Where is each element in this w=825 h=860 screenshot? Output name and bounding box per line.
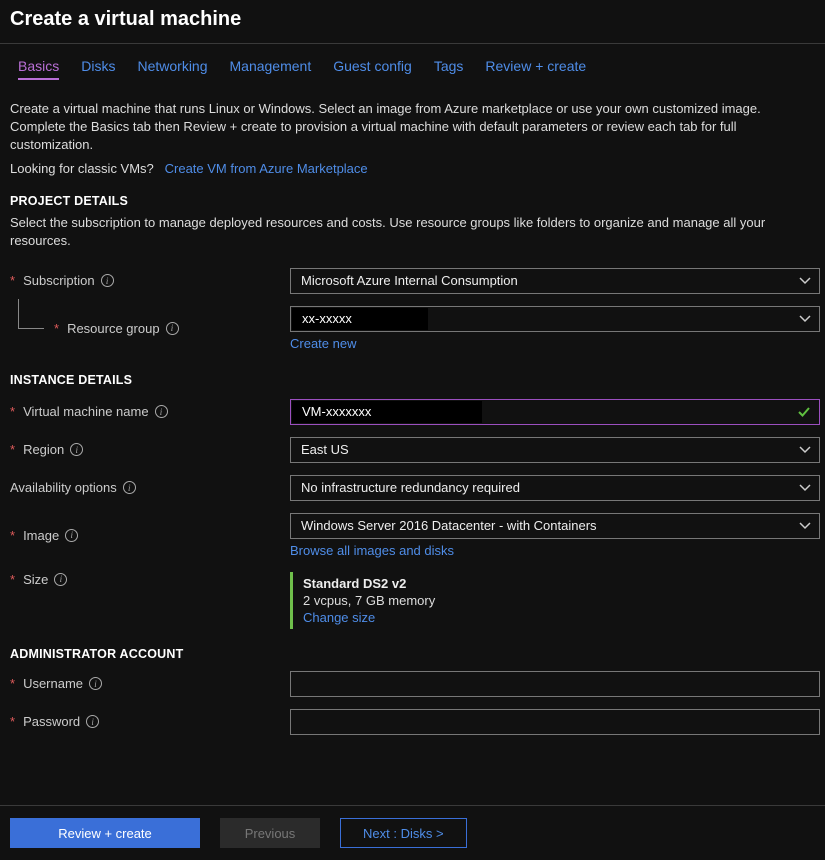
subscription-select[interactable]: Microsoft Azure Internal Consumption [290, 268, 820, 294]
section-desc-project: Select the subscription to manage deploy… [10, 214, 800, 250]
row-size: * Size i Standard DS2 v2 2 vcpus, 7 GB m… [10, 572, 815, 629]
row-subscription: * Subscription i Microsoft Azure Interna… [10, 268, 815, 294]
label-username: * Username i [10, 676, 290, 691]
info-icon[interactable]: i [70, 443, 83, 456]
availability-value: No infrastructure redundancy required [301, 480, 520, 495]
required-marker: * [10, 442, 15, 457]
section-title-instance: INSTANCE DETAILS [10, 373, 815, 387]
size-spec: 2 vcpus, 7 GB memory [303, 593, 820, 608]
tab-bar: Basics Disks Networking Management Guest… [10, 44, 815, 86]
info-icon[interactable]: i [101, 274, 114, 287]
username-input[interactable] [290, 671, 820, 697]
row-username: * Username i [10, 671, 815, 697]
footer-bar: Review + create Previous Next : Disks > [0, 805, 825, 860]
required-marker: * [10, 404, 15, 419]
label-region-text: Region [23, 442, 64, 457]
required-marker: * [10, 528, 15, 543]
password-input[interactable] [290, 709, 820, 735]
change-size-link[interactable]: Change size [303, 610, 820, 625]
label-image-text: Image [23, 528, 59, 543]
check-icon [797, 405, 811, 419]
resource-group-select[interactable]: xx-xxxxx [290, 306, 820, 332]
label-size: * Size i [10, 572, 290, 587]
tab-guest-config[interactable]: Guest config [333, 58, 412, 80]
region-value: East US [301, 442, 349, 457]
info-icon[interactable]: i [155, 405, 168, 418]
vm-name-value: VM-xxxxxxx [292, 401, 482, 423]
label-subscription: * Subscription i [10, 273, 290, 288]
tab-management[interactable]: Management [230, 58, 312, 80]
chevron-down-icon [799, 444, 811, 456]
label-resource-group-text: Resource group [67, 321, 160, 336]
label-availability-text: Availability options [10, 480, 117, 495]
image-value: Windows Server 2016 Datacenter - with Co… [301, 518, 597, 533]
browse-images-link[interactable]: Browse all images and disks [290, 543, 820, 558]
tree-connector [18, 299, 44, 329]
create-new-resource-group-link[interactable]: Create new [290, 336, 820, 351]
tab-basics[interactable]: Basics [18, 58, 59, 80]
label-vm-name-text: Virtual machine name [23, 404, 149, 419]
info-icon[interactable]: i [166, 322, 179, 335]
label-size-text: Size [23, 572, 48, 587]
size-display: Standard DS2 v2 2 vcpus, 7 GB memory Cha… [290, 572, 820, 629]
row-region: * Region i East US [10, 437, 815, 463]
label-region: * Region i [10, 442, 290, 457]
row-password: * Password i [10, 709, 815, 735]
info-icon[interactable]: i [86, 715, 99, 728]
classic-prefix: Looking for classic VMs? [10, 161, 154, 176]
page-title: Create a virtual machine [10, 8, 815, 31]
label-password: * Password i [10, 714, 290, 729]
label-vm-name: * Virtual machine name i [10, 404, 290, 419]
chevron-down-icon [799, 482, 811, 494]
review-create-button[interactable]: Review + create [10, 818, 200, 848]
previous-button: Previous [220, 818, 320, 848]
section-title-project: PROJECT DETAILS [10, 194, 815, 208]
required-marker: * [10, 572, 15, 587]
intro-text: Create a virtual machine that runs Linux… [10, 100, 790, 155]
next-disks-button[interactable]: Next : Disks > [340, 818, 467, 848]
label-password-text: Password [23, 714, 80, 729]
chevron-down-icon [799, 275, 811, 287]
size-name: Standard DS2 v2 [303, 576, 820, 591]
tab-tags[interactable]: Tags [434, 58, 464, 80]
info-icon[interactable]: i [65, 529, 78, 542]
chevron-down-icon [799, 313, 811, 325]
resource-group-value: xx-xxxxx [292, 308, 428, 330]
tab-disks[interactable]: Disks [81, 58, 115, 80]
vm-name-input[interactable]: VM-xxxxxxx [290, 399, 820, 425]
label-subscription-text: Subscription [23, 273, 95, 288]
availability-select[interactable]: No infrastructure redundancy required [290, 475, 820, 501]
label-resource-group: * Resource group i [10, 321, 290, 336]
row-image: * Image i Windows Server 2016 Datacenter… [10, 513, 815, 558]
chevron-down-icon [799, 520, 811, 532]
label-username-text: Username [23, 676, 83, 691]
subscription-value: Microsoft Azure Internal Consumption [301, 273, 518, 288]
required-marker: * [10, 676, 15, 691]
tab-review-create[interactable]: Review + create [485, 58, 586, 80]
image-select[interactable]: Windows Server 2016 Datacenter - with Co… [290, 513, 820, 539]
classic-vm-line: Looking for classic VMs? Create VM from … [10, 161, 815, 176]
label-availability: Availability options i [10, 480, 290, 495]
row-availability: Availability options i No infrastructure… [10, 475, 815, 501]
label-image: * Image i [10, 528, 290, 543]
row-resource-group: * Resource group i xx-xxxxx Create new [10, 306, 815, 351]
info-icon[interactable]: i [123, 481, 136, 494]
create-vm-marketplace-link[interactable]: Create VM from Azure Marketplace [165, 161, 368, 176]
tab-networking[interactable]: Networking [137, 58, 207, 80]
row-vm-name: * Virtual machine name i VM-xxxxxxx [10, 399, 815, 425]
info-icon[interactable]: i [54, 573, 67, 586]
region-select[interactable]: East US [290, 437, 820, 463]
required-marker: * [10, 273, 15, 288]
info-icon[interactable]: i [89, 677, 102, 690]
page-header: Create a virtual machine [0, 0, 825, 43]
required-marker: * [54, 321, 59, 336]
content-area: Basics Disks Networking Management Guest… [0, 44, 825, 784]
required-marker: * [10, 714, 15, 729]
section-title-admin: ADMINISTRATOR ACCOUNT [10, 647, 815, 661]
